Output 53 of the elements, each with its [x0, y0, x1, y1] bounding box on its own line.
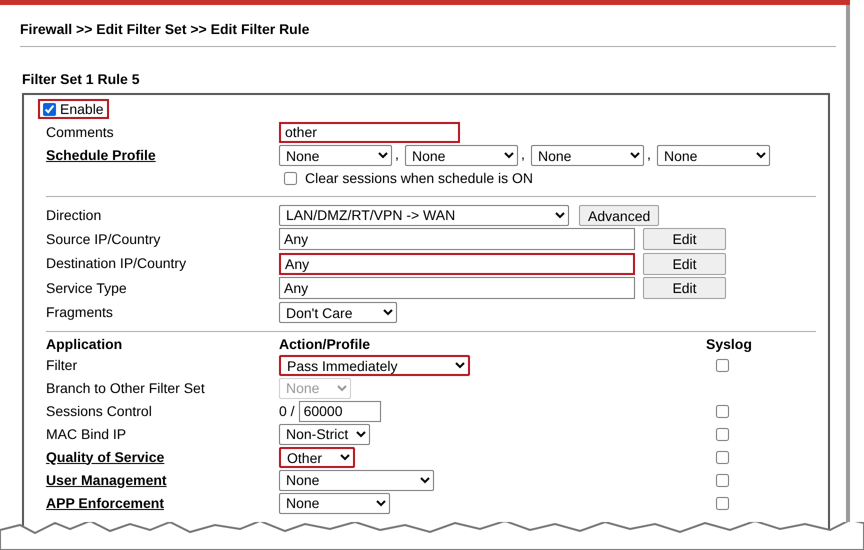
text-field[interactable]: Any [279, 228, 635, 250]
separator: , [394, 145, 400, 164]
link[interactable]: User Management [46, 470, 279, 490]
text-field[interactable]: Any [279, 252, 635, 275]
syslog-checkbox[interactable] [716, 496, 729, 510]
dropdown[interactable]: Non-Strict [279, 424, 370, 444]
session-count: 0 / [279, 402, 295, 420]
field-label: Branch to Other Filter Set [46, 378, 206, 398]
dropdown[interactable]: Don't Care [279, 302, 397, 323]
dropdown[interactable]: Pass Immediately [279, 354, 470, 376]
checkbox-label: Clear sessions when schedule is ON [305, 169, 533, 188]
dropdown[interactable]: None [657, 145, 770, 166]
dropdown[interactable]: None [405, 145, 518, 166]
field-label: Filter [46, 356, 78, 374]
dropdown[interactable]: LAN/DMZ/RT/VPN -> WAN [279, 204, 569, 226]
sessions-field[interactable]: 60000 [298, 400, 381, 422]
separator: , [646, 145, 652, 164]
edit-button[interactable]: Edit [643, 277, 726, 300]
text-field[interactable]: Any [279, 277, 635, 300]
comments-field[interactable]: other [279, 122, 460, 142]
field-label: Comments [46, 122, 115, 142]
column-header: Syslog [706, 335, 752, 354]
field-label: Direction [46, 206, 102, 224]
edit-button[interactable]: Edit [643, 252, 726, 275]
dropdown[interactable]: None [279, 145, 392, 166]
syslog-checkbox[interactable] [716, 358, 729, 372]
dropdown[interactable]: None [279, 470, 434, 490]
syslog-checkbox[interactable] [716, 404, 729, 418]
syslog-checkbox[interactable] [716, 428, 729, 440]
field-label: Service Type [46, 278, 128, 298]
edit-button[interactable]: Edit [643, 228, 726, 250]
advanced-button[interactable]: Advanced [579, 204, 660, 226]
link[interactable]: Schedule Profile [46, 145, 279, 166]
column-header: Action/Profile [279, 335, 372, 354]
link[interactable]: APP Enforcement [46, 492, 279, 514]
dropdown[interactable]: None [531, 145, 644, 166]
dropdown[interactable]: None [279, 492, 390, 514]
field-label: MAC Bind IP [46, 424, 128, 444]
syslog-checkbox[interactable] [716, 474, 729, 486]
syslog-checkbox[interactable] [716, 450, 729, 464]
link[interactable]: Quality of Service [46, 446, 279, 468]
field-label: Sessions Control [46, 402, 153, 420]
section-title: Filter Set 1 Rule 5 [22, 71, 140, 87]
separator: , [520, 145, 526, 164]
enable-checkbox[interactable] [43, 102, 56, 116]
field-label: Fragments [46, 303, 114, 322]
field-label: Destination IP/Country [46, 254, 188, 274]
breadcrumb: Firewall >> Edit Filter Set >> Edit Filter Rule [20, 21, 310, 37]
dropdown[interactable]: Other [279, 446, 355, 468]
checkbox[interactable] [284, 172, 297, 185]
checkbox-label: Enable [60, 100, 104, 118]
column-header: Application [46, 335, 124, 354]
field-label: Source IP/Country [46, 230, 162, 249]
